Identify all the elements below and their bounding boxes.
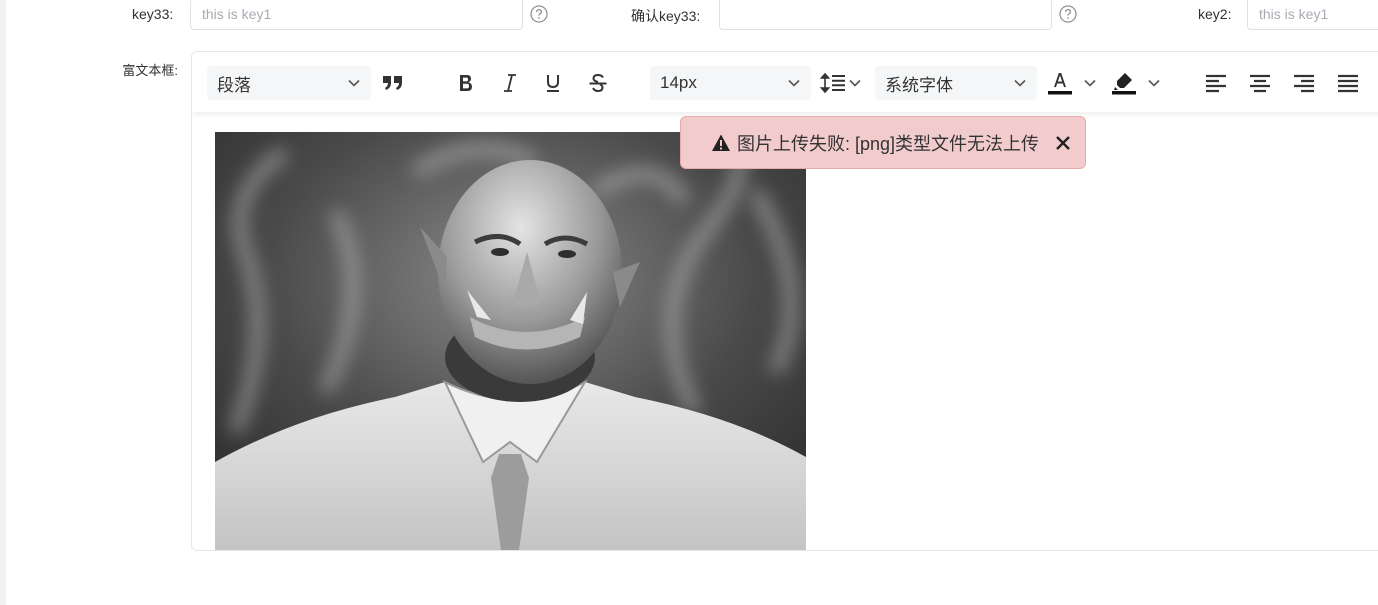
align-left-icon — [1206, 74, 1226, 93]
line-height-button[interactable] — [820, 66, 866, 100]
rich-text-label: 富文本框: — [122, 63, 178, 78]
chevron-down-icon — [1014, 79, 1026, 87]
bold-icon — [460, 75, 472, 91]
underline-button[interactable] — [537, 66, 569, 100]
confirm-key33-label: 确认key33: — [631, 8, 701, 24]
orc-portrait-image — [215, 132, 806, 550]
left-edge-strip — [0, 0, 6, 605]
font-size-select-value: 14px — [660, 73, 697, 92]
italic-button[interactable] — [494, 66, 526, 100]
chevron-down-icon — [348, 79, 360, 87]
help-icon[interactable] — [530, 5, 548, 23]
close-icon[interactable] — [1053, 133, 1073, 153]
strikethrough-button[interactable] — [582, 66, 614, 100]
italic-icon — [504, 74, 516, 92]
chevron-down-icon — [849, 79, 861, 87]
font-color-button[interactable] — [1047, 66, 1099, 100]
confirm-key33-input[interactable] — [719, 0, 1052, 30]
strikethrough-icon — [589, 73, 607, 93]
paragraph-select[interactable]: 段落 — [207, 66, 371, 100]
align-center-button[interactable] — [1244, 66, 1276, 100]
warning-icon — [712, 134, 730, 151]
key2-label: key2: — [1198, 6, 1232, 22]
line-height-icon — [820, 72, 845, 94]
font-family-select-value: 系统字体 — [885, 75, 953, 95]
quote-button[interactable] — [377, 66, 409, 100]
paragraph-select-value: 段落 — [217, 75, 251, 95]
chevron-down-icon — [1084, 79, 1096, 87]
chevron-down-icon — [788, 79, 800, 87]
underline-icon — [547, 75, 559, 92]
justify-button[interactable] — [1332, 66, 1364, 100]
bold-button[interactable] — [450, 66, 482, 100]
key33-label: key33: — [132, 6, 174, 22]
align-right-icon — [1294, 74, 1314, 93]
upload-error-alert: 图片上传失败: [png]类型文件无法上传 — [680, 116, 1086, 169]
justify-icon — [1338, 74, 1358, 93]
editor-toolbar: 段落 14px 系统字体 — [192, 52, 1378, 112]
quote-icon — [383, 76, 402, 90]
font-size-select[interactable]: 14px — [650, 66, 811, 100]
key2-input[interactable] — [1247, 0, 1378, 30]
font-family-select[interactable]: 系统字体 — [875, 66, 1037, 100]
align-left-button[interactable] — [1200, 66, 1232, 100]
align-center-icon — [1250, 74, 1270, 93]
highlight-button[interactable] — [1111, 66, 1163, 100]
alert-message: 图片上传失败: [png]类型文件无法上传 — [737, 133, 1040, 154]
chevron-down-icon — [1148, 79, 1160, 87]
editor-image[interactable] — [215, 132, 806, 550]
font-color-icon — [1048, 73, 1072, 95]
align-right-button[interactable] — [1288, 66, 1320, 100]
help-icon[interactable] — [1059, 5, 1077, 23]
key33-input[interactable] — [190, 0, 523, 30]
highlight-icon — [1112, 73, 1136, 95]
